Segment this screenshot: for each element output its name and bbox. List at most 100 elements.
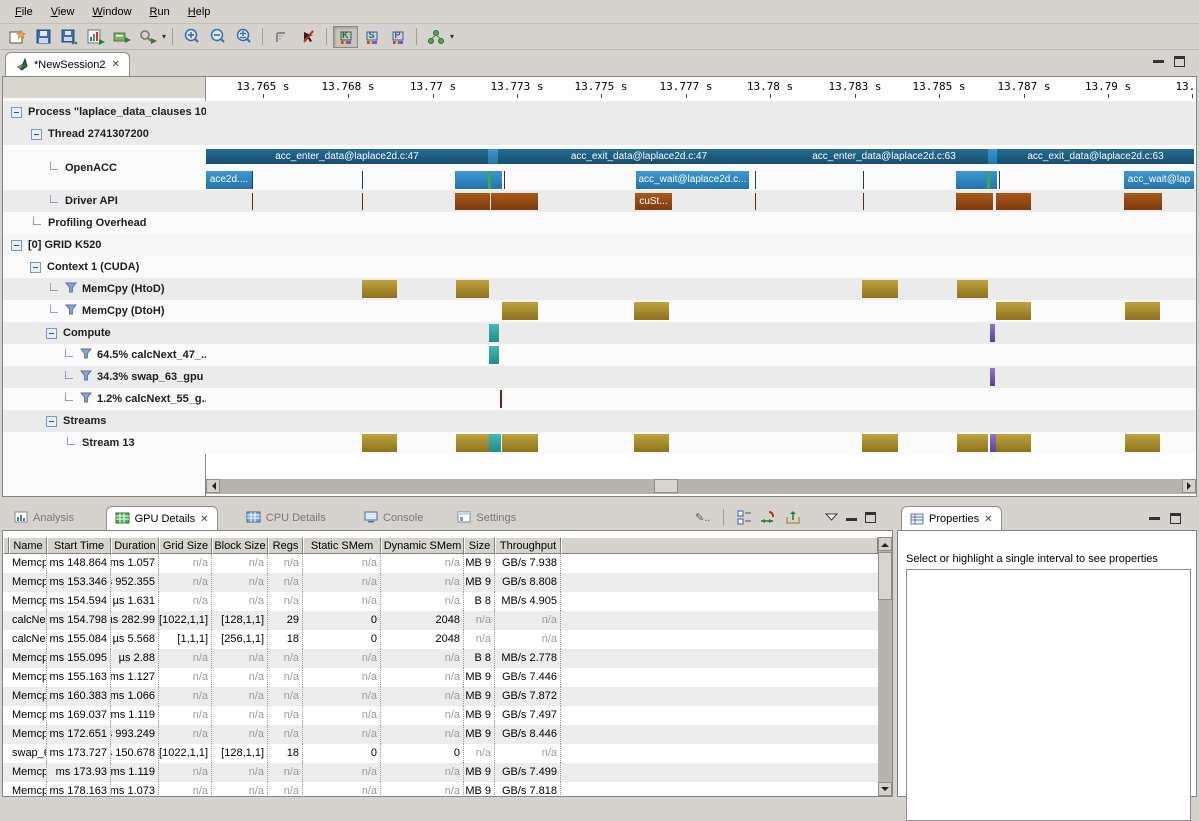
timeline-interval-bar[interactable] xyxy=(1125,434,1160,452)
timeline-tick-marker[interactable] xyxy=(504,171,505,189)
table-row[interactable]: Memcpy155.095 ms2.88 µsn/an/an/an/an/a8 … xyxy=(3,649,878,668)
timeline-interval-bar[interactable] xyxy=(502,434,538,452)
search-dropdown-caret-icon[interactable]: ▾ xyxy=(162,32,166,41)
timeline-interval-bar[interactable] xyxy=(1125,302,1160,320)
scroll-up-arrow-icon[interactable] xyxy=(878,537,892,551)
kernel-toggle-button[interactable]: K xyxy=(333,26,358,48)
view-menu-caret-icon[interactable] xyxy=(825,513,838,522)
table-row[interactable]: Memcpy173.93 ms1.119 msn/an/an/an/an/a9 … xyxy=(3,763,878,782)
timeline-interval-bar[interactable] xyxy=(996,434,1031,452)
close-icon[interactable]: ✕ xyxy=(984,514,992,525)
tree-item-process-laplace-data-clauses-10[interactable]: Process "laplace_data_clauses 10... xyxy=(3,101,213,123)
gpu-table-header-duration[interactable]: Duration xyxy=(111,537,159,554)
table-row[interactable]: Memcpy178.163 ms1.073 msn/an/an/an/an/a9… xyxy=(3,782,878,796)
timeline-interval-bar[interactable] xyxy=(456,280,489,298)
tab-analysis[interactable]: Analysis xyxy=(6,506,82,530)
timeline-interval-bar[interactable] xyxy=(491,171,502,189)
gpu-table-header-static-smem[interactable]: Static SMem xyxy=(303,537,381,554)
table-row[interactable]: calcNext154.798 ms282.99 µs[1022,1,1][12… xyxy=(3,611,878,630)
table-row[interactable]: calcNext155.084 ms5.568 µs[1,1,1][256,1,… xyxy=(3,630,878,649)
menu-view[interactable]: View xyxy=(42,3,84,21)
timeline-interval-bar[interactable] xyxy=(957,280,988,298)
close-icon[interactable]: ✕ xyxy=(112,59,120,70)
timeline-interval-bar[interactable] xyxy=(489,324,499,342)
minimize-icon[interactable] xyxy=(846,512,857,521)
zoom-fit-button[interactable] xyxy=(231,26,256,48)
timeline-interval-bar[interactable] xyxy=(455,193,490,210)
timeline-tick-marker[interactable] xyxy=(863,193,864,210)
timeline-tick-marker[interactable] xyxy=(500,390,502,408)
maximize-icon[interactable] xyxy=(865,512,876,523)
timeline-interval-bar[interactable] xyxy=(956,193,993,210)
table-row[interactable]: Memcpy172.651 ms993.249 µsn/an/an/an/an/… xyxy=(3,725,878,744)
menu-help[interactable]: Help xyxy=(179,3,220,21)
search-run-button[interactable] xyxy=(135,26,160,48)
timeline-interval-bar[interactable] xyxy=(488,149,498,164)
reset-view-button[interactable] xyxy=(295,26,320,48)
collapse-minus-icon[interactable] xyxy=(11,107,22,118)
gpu-table-header-start-time[interactable]: Start Time xyxy=(47,537,111,554)
timeline-interval-bar[interactable] xyxy=(362,280,397,298)
maximize-icon[interactable] xyxy=(1174,56,1185,67)
collapse-minus-icon[interactable] xyxy=(11,240,22,251)
timeline-interval-bar[interactable] xyxy=(988,149,997,164)
timeline-tick-marker[interactable] xyxy=(999,171,1000,189)
new-session-button[interactable] xyxy=(5,26,30,48)
tree-item-0-grid-k520[interactable]: [0] GRID K520 xyxy=(3,234,213,256)
timeline-interval-bar[interactable]: cuSt... xyxy=(635,193,672,210)
tab-settings[interactable]: Settings xyxy=(449,506,524,530)
tree-item-thread-2741307200[interactable]: Thread 2741307200 xyxy=(3,123,233,145)
scroll-left-arrow-icon[interactable] xyxy=(206,479,220,493)
timeline-tick-marker[interactable] xyxy=(252,171,253,189)
timeline-tick-marker[interactable] xyxy=(863,171,864,189)
tab-console[interactable]: Console xyxy=(356,506,431,530)
rename-button[interactable] xyxy=(109,26,134,48)
timeline-interval-bar[interactable] xyxy=(634,434,669,452)
timeline-interval-bar[interactable] xyxy=(862,280,898,298)
gpu-table-header-throughput[interactable]: Throughput xyxy=(495,537,561,554)
timeline-interval-bar[interactable] xyxy=(456,434,489,452)
scroll-down-arrow-icon[interactable] xyxy=(878,782,892,796)
collapse-minus-icon[interactable] xyxy=(31,129,42,140)
collapse-minus-icon[interactable] xyxy=(46,328,57,339)
menu-window[interactable]: Window xyxy=(83,3,140,21)
timeline-interval-bar[interactable] xyxy=(491,193,538,210)
analysis-tree-button[interactable] xyxy=(423,26,448,48)
record-pencil-icon[interactable]: ✎.. xyxy=(695,511,710,524)
table-row[interactable]: Memcpy153.346 ms952.355 µsn/an/an/an/an/… xyxy=(3,573,878,592)
timeline-hscrollbar[interactable] xyxy=(206,479,1196,494)
gpu-table-header-grid-size[interactable]: Grid Size xyxy=(159,537,212,554)
compare-arrows-icon[interactable] xyxy=(760,510,777,525)
table-row[interactable]: Memcpy155.163 ms1.127 msn/an/an/an/an/a9… xyxy=(3,668,878,687)
timeline-interval-bar[interactable] xyxy=(956,171,987,189)
timeline-interval-bar[interactable] xyxy=(634,302,669,320)
zoom-in-button[interactable] xyxy=(179,26,204,48)
process-toggle-button[interactable]: P xyxy=(385,26,410,48)
gpu-table-header-size[interactable]: Size xyxy=(464,537,495,554)
minimize-icon[interactable] xyxy=(1153,54,1164,63)
save-all-button[interactable] xyxy=(57,26,82,48)
tab-properties[interactable]: Properties ✕ xyxy=(901,506,1002,531)
timeline-interval-bar[interactable]: acc_exit_data@laplace2d.c:63 xyxy=(997,149,1194,164)
timeline-interval-bar[interactable]: acc_enter_data@laplace2d.c:47 xyxy=(206,149,488,164)
timeline-interval-bar[interactable] xyxy=(990,171,997,189)
timeline-hscroll-thumb[interactable] xyxy=(654,479,678,493)
collapse-minus-icon[interactable] xyxy=(30,262,41,273)
analysis-dropdown-caret-icon[interactable]: ▾ xyxy=(450,32,454,41)
gpu-table-header-block-size[interactable]: Block Size xyxy=(212,537,268,554)
timeline-interval-bar[interactable] xyxy=(957,434,988,452)
timeline-interval-bar[interactable] xyxy=(362,434,397,452)
table-vscroll-thumb[interactable] xyxy=(878,552,892,600)
timeline-interval-bar[interactable] xyxy=(502,302,538,320)
timeline-canvas[interactable]: acc_enter_data@laplace2d.c:47 acc_exit_da… xyxy=(206,98,1196,497)
table-row[interactable]: Memcpy169.037 ms1.119 msn/an/an/an/an/a9… xyxy=(3,706,878,725)
marker-ruler-button[interactable] xyxy=(269,26,294,48)
maximize-icon[interactable] xyxy=(1170,513,1181,524)
timeline-interval-bar[interactable] xyxy=(990,368,995,386)
stream-toggle-button[interactable]: S xyxy=(359,26,384,48)
timeline-tick-marker[interactable] xyxy=(755,193,756,210)
minimize-icon[interactable] xyxy=(1149,511,1160,520)
timeline-interval-bar[interactable]: ace2d.... xyxy=(206,171,252,189)
layout-columns-icon[interactable] xyxy=(737,510,752,525)
close-icon[interactable]: ✕ xyxy=(200,514,208,525)
